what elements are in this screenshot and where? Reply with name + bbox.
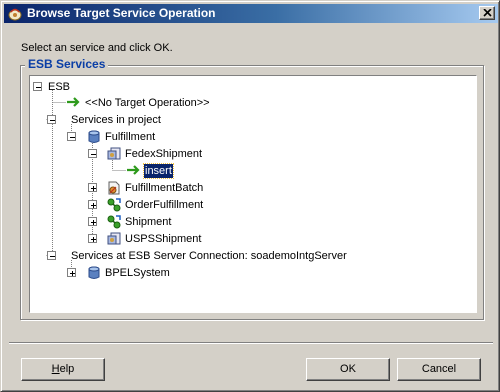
services-tree[interactable]: ESB <<No Target Operation>> Services in …: [29, 75, 477, 313]
tree-node-fulfillment[interactable]: Fulfillment: [30, 129, 170, 146]
collapse-toggle[interactable]: [88, 149, 97, 158]
tree-node-order-fulfillment[interactable]: OrderFulfillment: [30, 197, 230, 214]
button-divider: [9, 342, 493, 344]
jdeveloper-icon: [7, 6, 23, 21]
tree-label-order-fulfillment: OrderFulfillment: [125, 199, 204, 211]
tree-node-fedex-shipment[interactable]: FedexShipment: [30, 146, 230, 163]
collapse-toggle[interactable]: [47, 115, 56, 124]
tree-node-server-connection[interactable]: Services at ESB Server Connection: soade…: [30, 248, 390, 265]
service-adapter-icon: [106, 231, 122, 247]
tree-label-no-target: <<No Target Operation>>: [85, 97, 210, 109]
collapse-toggle[interactable]: [67, 132, 76, 141]
cancel-button[interactable]: Cancel: [397, 358, 481, 381]
service-adapter-icon: [106, 146, 122, 162]
tree-node-shipment[interactable]: Shipment: [30, 214, 190, 231]
operation-arrow-icon: [126, 164, 142, 180]
tree-label-shipment: Shipment: [125, 216, 172, 228]
collapse-toggle[interactable]: [33, 82, 42, 91]
tree-label-fulfillment-batch: FulfillmentBatch: [125, 182, 204, 194]
tree-node-bpel-system[interactable]: BPELSystem: [30, 265, 190, 282]
group-title: ESB Services: [25, 57, 109, 71]
help-mnemonic: H: [51, 363, 60, 375]
tree-node-no-target[interactable]: <<No Target Operation>>: [30, 95, 250, 112]
tree-label-services-in-project: Services in project: [71, 114, 161, 126]
expand-toggle[interactable]: [88, 234, 97, 243]
expand-toggle[interactable]: [88, 217, 97, 226]
tree-label-insert: insert: [143, 163, 174, 179]
collapse-toggle[interactable]: [47, 251, 56, 260]
tree-label-esb: ESB: [48, 81, 71, 93]
help-button[interactable]: Help: [21, 358, 105, 381]
routing-service-icon: [106, 214, 122, 230]
database-icon: [86, 265, 102, 281]
tree-node-esb[interactable]: ESB: [30, 79, 90, 96]
tree-label-fedex-shipment: FedexShipment: [125, 148, 203, 160]
close-icon: [483, 9, 492, 17]
tree-node-services-in-project[interactable]: Services in project: [30, 112, 190, 129]
tree-label-usps-shipment: USPSShipment: [125, 233, 202, 245]
window-title: Browse Target Service Operation: [27, 6, 216, 20]
tree-node-fulfillment-batch[interactable]: FulfillmentBatch: [30, 180, 230, 197]
operation-arrow-icon: [66, 96, 82, 112]
instruction-text: Select an service and click OK.: [21, 42, 173, 54]
title-bar[interactable]: Browse Target Service Operation: [4, 4, 498, 23]
tree-node-usps-shipment[interactable]: USPSShipment: [30, 231, 230, 248]
expand-toggle[interactable]: [88, 183, 97, 192]
file-adapter-icon: [106, 180, 122, 196]
expand-toggle[interactable]: [88, 200, 97, 209]
dialog-window: Browse Target Service Operation Select a…: [0, 0, 500, 392]
routing-service-icon: [106, 197, 122, 213]
tree-label-server-connection: Services at ESB Server Connection: soade…: [71, 250, 347, 262]
tree-label-bpel-system: BPELSystem: [105, 267, 170, 279]
database-icon: [86, 129, 102, 145]
help-label-rest: elp: [59, 363, 75, 375]
expand-toggle[interactable]: [67, 268, 76, 277]
ok-button[interactable]: OK: [306, 358, 390, 381]
tree-label-fulfillment: Fulfillment: [105, 131, 156, 143]
close-button[interactable]: [479, 6, 495, 20]
tree-node-insert[interactable]: insert: [30, 163, 190, 180]
